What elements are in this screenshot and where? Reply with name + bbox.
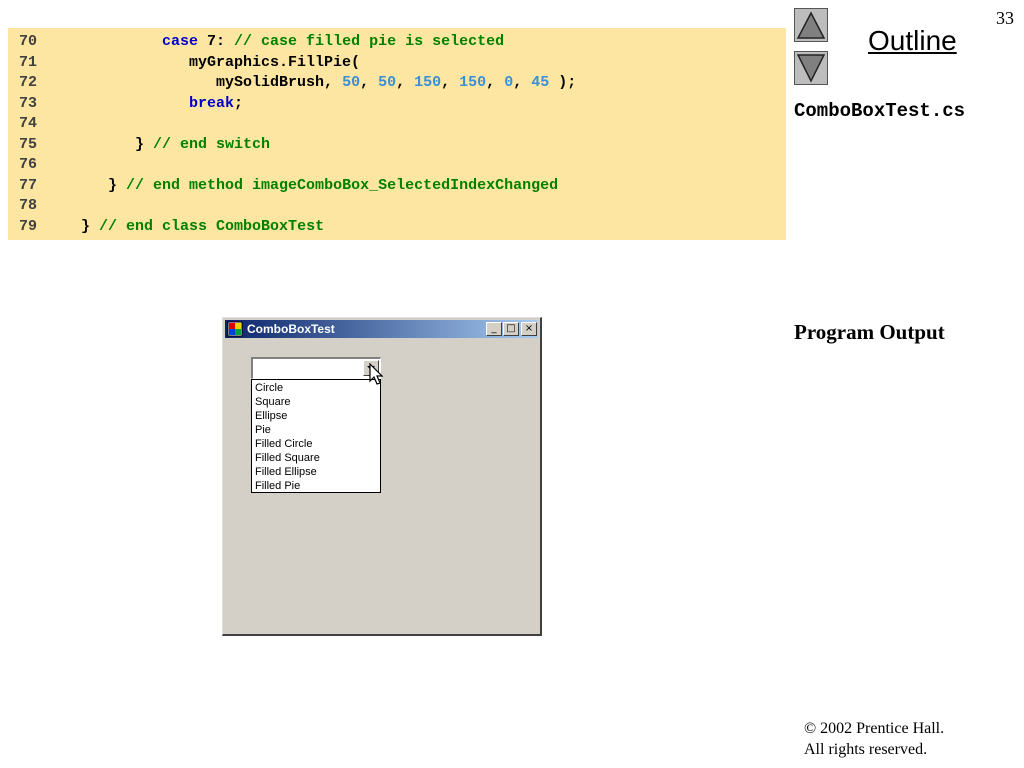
triangle-up-icon xyxy=(796,11,826,39)
code-token: } xyxy=(135,135,154,153)
code-text: myGraphics.FillPie( xyxy=(72,53,360,73)
code-token: 50 xyxy=(378,74,397,91)
code-token: , xyxy=(486,74,505,91)
combobox-test-window: ComboBoxTest _ □ × Circle Square Ellipse Pi… xyxy=(222,317,542,636)
minimize-button[interactable]: _ xyxy=(486,322,502,336)
line-number: 70 xyxy=(19,33,38,50)
dropdown-option[interactable]: Filled Circle xyxy=(252,437,380,451)
outline-link[interactable]: Outline xyxy=(868,25,957,57)
line-number: 72 xyxy=(19,74,38,91)
line-number: 79 xyxy=(19,217,38,235)
code-token: , xyxy=(360,74,379,91)
code-text: } // end method imageComboBox_SelectedIn… xyxy=(72,176,558,196)
line-number: 71 xyxy=(19,53,38,71)
code-token: myGraphics.FillPie( xyxy=(189,53,361,71)
code-token: // end method imageComboBox_SelectedInde… xyxy=(126,176,559,194)
next-slide-button[interactable] xyxy=(794,51,828,85)
code-token: } xyxy=(108,176,127,194)
code-text: } // end class ComboBoxTest xyxy=(72,217,324,237)
code-token: ; xyxy=(234,94,244,112)
copyright-notice: © 2002 Prentice Hall. All rights reserve… xyxy=(804,718,944,760)
code-text: mySolidBrush, 50, 50, 150, 150, 0, 45 ); xyxy=(72,73,576,93)
line-number: 77 xyxy=(19,176,38,194)
code-token: 50 xyxy=(342,74,361,91)
image-combo-box[interactable] xyxy=(251,357,381,379)
code-token: // end class ComboBoxTest xyxy=(99,217,325,235)
program-output-label: Program Output xyxy=(794,320,945,344)
rights-line: All rights reserved. xyxy=(804,741,928,758)
code-token: 7: xyxy=(198,33,235,50)
dropdown-option[interactable]: Ellipse xyxy=(252,409,380,423)
code-token: , xyxy=(396,74,415,91)
code-token: 0 xyxy=(504,74,514,91)
line-number: 78 xyxy=(19,197,38,214)
dropdown-option[interactable]: Filled Square xyxy=(252,451,380,465)
dropdown-option[interactable]: Pie xyxy=(252,423,380,437)
code-text: break; xyxy=(72,94,243,114)
previous-slide-button[interactable] xyxy=(794,8,828,42)
close-button[interactable]: × xyxy=(521,322,537,336)
combo-dropdown-list[interactable]: Circle Square Ellipse Pie Filled Circle Fille… xyxy=(251,379,381,493)
code-token: ); xyxy=(549,74,577,91)
dropdown-option[interactable]: Filled Ellipse xyxy=(252,465,380,479)
code-token: case xyxy=(162,33,199,50)
page-number: 33 xyxy=(996,8,1014,28)
code-token: 45 xyxy=(531,74,550,91)
code-token: 150 xyxy=(414,74,442,91)
code-text: case 7: // case filled pie is selected xyxy=(72,32,504,52)
triangle-down-icon xyxy=(796,54,826,83)
code-token: break xyxy=(189,94,235,112)
line-number: 76 xyxy=(19,156,38,173)
line-number: 75 xyxy=(19,135,38,153)
code-token: , xyxy=(441,74,460,91)
window-title: ComboBoxTest xyxy=(247,322,335,336)
window-title-bar[interactable]: ComboBoxTest _ □ × xyxy=(225,320,538,338)
code-text: } // end switch xyxy=(72,135,270,155)
app-window-icon xyxy=(227,321,243,337)
code-token: 150 xyxy=(459,74,487,91)
code-token: mySolidBrush, xyxy=(216,74,343,91)
code-token: } xyxy=(81,217,100,235)
mouse-pointer-icon xyxy=(369,363,384,385)
line-number: 74 xyxy=(19,115,38,132)
maximize-button[interactable]: □ xyxy=(503,322,519,336)
source-filename: ComboBoxTest.cs xyxy=(794,100,966,122)
code-token: , xyxy=(513,74,532,91)
line-number: 73 xyxy=(19,94,38,112)
code-token: // case filled pie is selected xyxy=(234,33,505,50)
dropdown-option[interactable]: Circle xyxy=(252,381,380,395)
copyright-line: © 2002 Prentice Hall. xyxy=(804,720,945,737)
code-listing: 70 case 7: // case filled pie is selecte… xyxy=(8,28,786,240)
code-token: // end switch xyxy=(153,135,271,153)
dropdown-option[interactable]: Square xyxy=(252,395,380,409)
dropdown-option[interactable]: Filled Pie xyxy=(252,479,380,493)
